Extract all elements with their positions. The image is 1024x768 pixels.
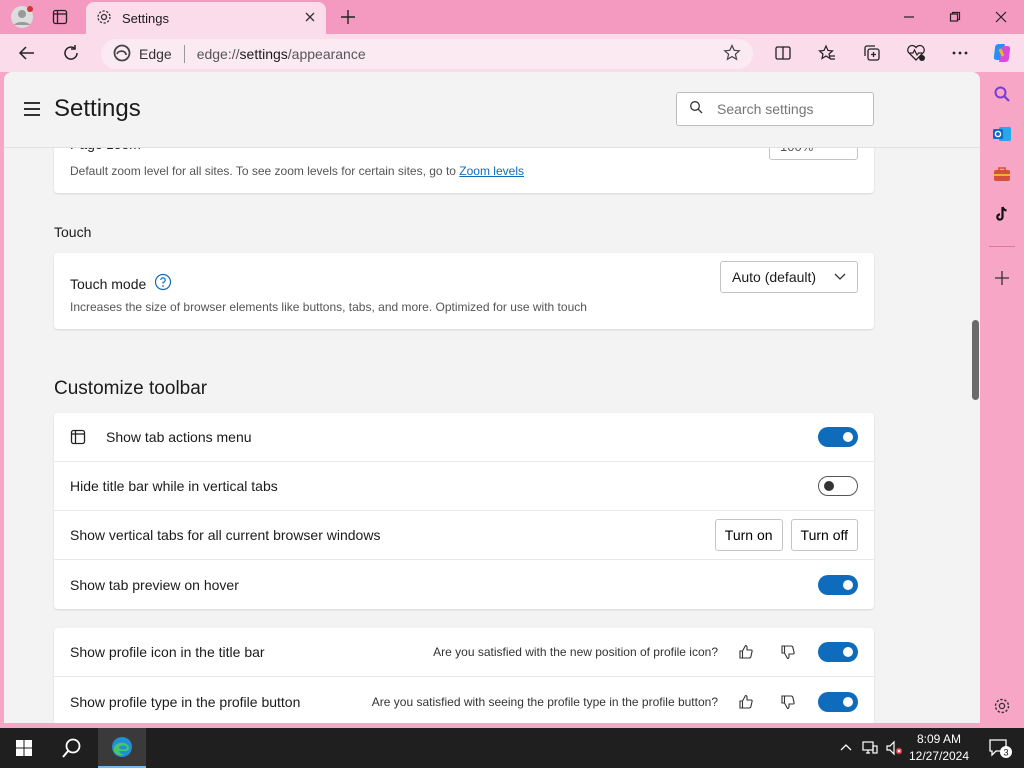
add-icon[interactable] — [990, 266, 1014, 290]
sidebar-divider — [989, 246, 1015, 247]
thumbs-down-icon[interactable] — [776, 690, 800, 714]
tiktok-icon[interactable] — [990, 202, 1014, 226]
edge-taskbar-icon[interactable] — [98, 728, 146, 768]
search-box[interactable] — [676, 92, 874, 126]
zoom-levels-link[interactable]: Zoom levels — [459, 164, 524, 178]
volume-muted-icon[interactable] — [882, 728, 906, 768]
notification-center-icon[interactable]: 3 — [976, 728, 1024, 768]
touch-mode-description: Increases the size of browser elements l… — [70, 300, 587, 314]
profile-type-toggle[interactable] — [818, 691, 858, 712]
setting-row-profile-type: Show profile type in the profile button … — [54, 677, 874, 723]
show-hidden-icons-chevron[interactable] — [834, 728, 858, 768]
minimize-button[interactable] — [886, 0, 932, 34]
thumbs-down-icon[interactable] — [776, 640, 800, 664]
tab-actions-menu-icon — [70, 429, 86, 445]
touch-mode-select[interactable]: Auto (default) — [720, 261, 858, 293]
url-path: /appearance — [287, 46, 366, 62]
tab-actions-toggle[interactable] — [818, 427, 858, 447]
tab-actions-label: Show tab actions menu — [106, 429, 252, 445]
tab-title: Settings — [122, 10, 169, 26]
hide-title-bar-label: Hide title bar while in vertical tabs — [70, 478, 278, 494]
search-settings-icon — [689, 100, 703, 119]
thumbs-up-icon[interactable] — [734, 640, 758, 664]
turn-on-button[interactable]: Turn on — [714, 519, 783, 551]
split-screen-icon[interactable] — [768, 39, 798, 67]
profile-icon-feedback-question: Are you satisfied with the new position … — [433, 645, 718, 659]
settings-header: Settings — [4, 72, 980, 148]
touch-mode-label: Touch mode — [70, 275, 147, 292]
favorite-star-icon[interactable] — [723, 43, 741, 65]
url-host: edge:// — [196, 46, 240, 62]
menu-icon[interactable] — [24, 102, 40, 116]
start-button[interactable] — [0, 728, 48, 768]
notification-count: 3 — [1003, 748, 1008, 758]
vertical-tabs-label: Show vertical tabs for all current brows… — [70, 527, 381, 543]
back-button[interactable] — [12, 39, 42, 67]
taskbar: 8:09 AM 12/27/2024 3 — [0, 728, 1024, 768]
touch-mode-value: Auto (default) — [732, 269, 817, 285]
clock-time: 8:09 AM — [916, 732, 962, 746]
touch-mode-row: Touch mode — [70, 273, 172, 294]
edge-logo-icon — [113, 44, 131, 65]
tab-preview-toggle[interactable] — [818, 574, 858, 595]
help-icon[interactable] — [154, 273, 172, 294]
tab-preview-label: Show tab preview on hover — [70, 576, 239, 593]
clock-date: 12/27/2024 — [908, 749, 970, 763]
zoom-description-text: Default zoom level for all sites. To see… — [70, 164, 460, 178]
chevron-down-icon — [834, 269, 846, 285]
search-icon[interactable] — [990, 82, 1014, 106]
address-bar[interactable]: Edge edge://settings/appearance — [101, 39, 753, 69]
profile-avatar-icon[interactable] — [8, 3, 36, 31]
setting-row-hide-title-bar: Hide title bar while in vertical tabs — [54, 462, 874, 511]
settings-page: Settings Page zoom 100% Default zoom lev… — [4, 72, 980, 723]
taskbar-search-icon[interactable] — [48, 728, 96, 768]
setting-row-tab-preview: Show tab preview on hover — [54, 560, 874, 609]
copilot-icon[interactable] — [987, 39, 1017, 67]
zoom-description: Default zoom level for all sites. To see… — [70, 164, 524, 178]
thumbs-up-icon[interactable] — [734, 690, 758, 714]
sidebar-settings-icon[interactable] — [990, 694, 1014, 718]
hide-title-bar-toggle[interactable] — [818, 476, 858, 496]
favorites-icon[interactable] — [812, 39, 842, 67]
edge-sidebar — [981, 72, 1024, 728]
profile-icon-toggle[interactable] — [818, 642, 858, 662]
network-icon[interactable] — [858, 728, 882, 768]
setting-row-vertical-tabs: Show vertical tabs for all current brows… — [54, 511, 874, 560]
address-divider — [183, 45, 185, 63]
setting-row-profile-icon: Show profile icon in the title bar Are y… — [54, 628, 874, 677]
profile-type-feedback-question: Are you satisfied with seeing the profil… — [371, 694, 718, 709]
collections-icon[interactable] — [857, 39, 887, 67]
close-window-button[interactable] — [978, 0, 1024, 34]
tab-settings[interactable]: Settings — [86, 2, 326, 34]
site-label: Edge — [139, 46, 172, 62]
gear-icon — [96, 9, 112, 28]
turn-off-button[interactable]: Turn off — [790, 519, 858, 551]
navigation-bar: Edge edge://settings/appearance — [0, 34, 1024, 72]
setting-row-tab-actions: Show tab actions menu — [54, 413, 874, 462]
more-options-icon[interactable] — [945, 39, 975, 67]
close-tab-icon[interactable] — [304, 11, 316, 26]
toolbar-card: Show tab actions menu Hide title bar whi… — [54, 413, 874, 609]
browser-essentials-icon[interactable] — [901, 39, 931, 67]
page-title: Settings — [54, 95, 141, 122]
customize-toolbar-title: Customize toolbar — [54, 378, 208, 399]
refresh-button[interactable] — [56, 39, 86, 67]
new-tab-button[interactable] — [334, 3, 362, 31]
profile-type-label: Show profile type in the profile button — [70, 693, 301, 710]
search-input[interactable] — [717, 101, 857, 117]
touch-mode-card: Touch mode Increases the size of browser… — [54, 253, 874, 329]
profile-card: Show profile icon in the title bar Are y… — [54, 628, 874, 723]
restore-button[interactable] — [932, 0, 978, 34]
url-text: edge://settings/appearance — [197, 46, 366, 62]
touch-section-title: Touch — [54, 224, 92, 240]
scrollbar-thumb[interactable] — [972, 320, 979, 400]
title-bar: Settings — [0, 0, 1024, 34]
profile-icon-label: Show profile icon in the title bar — [70, 644, 265, 660]
outlook-icon[interactable] — [990, 122, 1014, 146]
url-bold: settings — [239, 46, 288, 62]
tab-actions-icon[interactable] — [46, 3, 74, 31]
system-clock[interactable]: 8:09 AM 12/27/2024 — [906, 731, 972, 765]
tools-icon[interactable] — [990, 162, 1014, 186]
